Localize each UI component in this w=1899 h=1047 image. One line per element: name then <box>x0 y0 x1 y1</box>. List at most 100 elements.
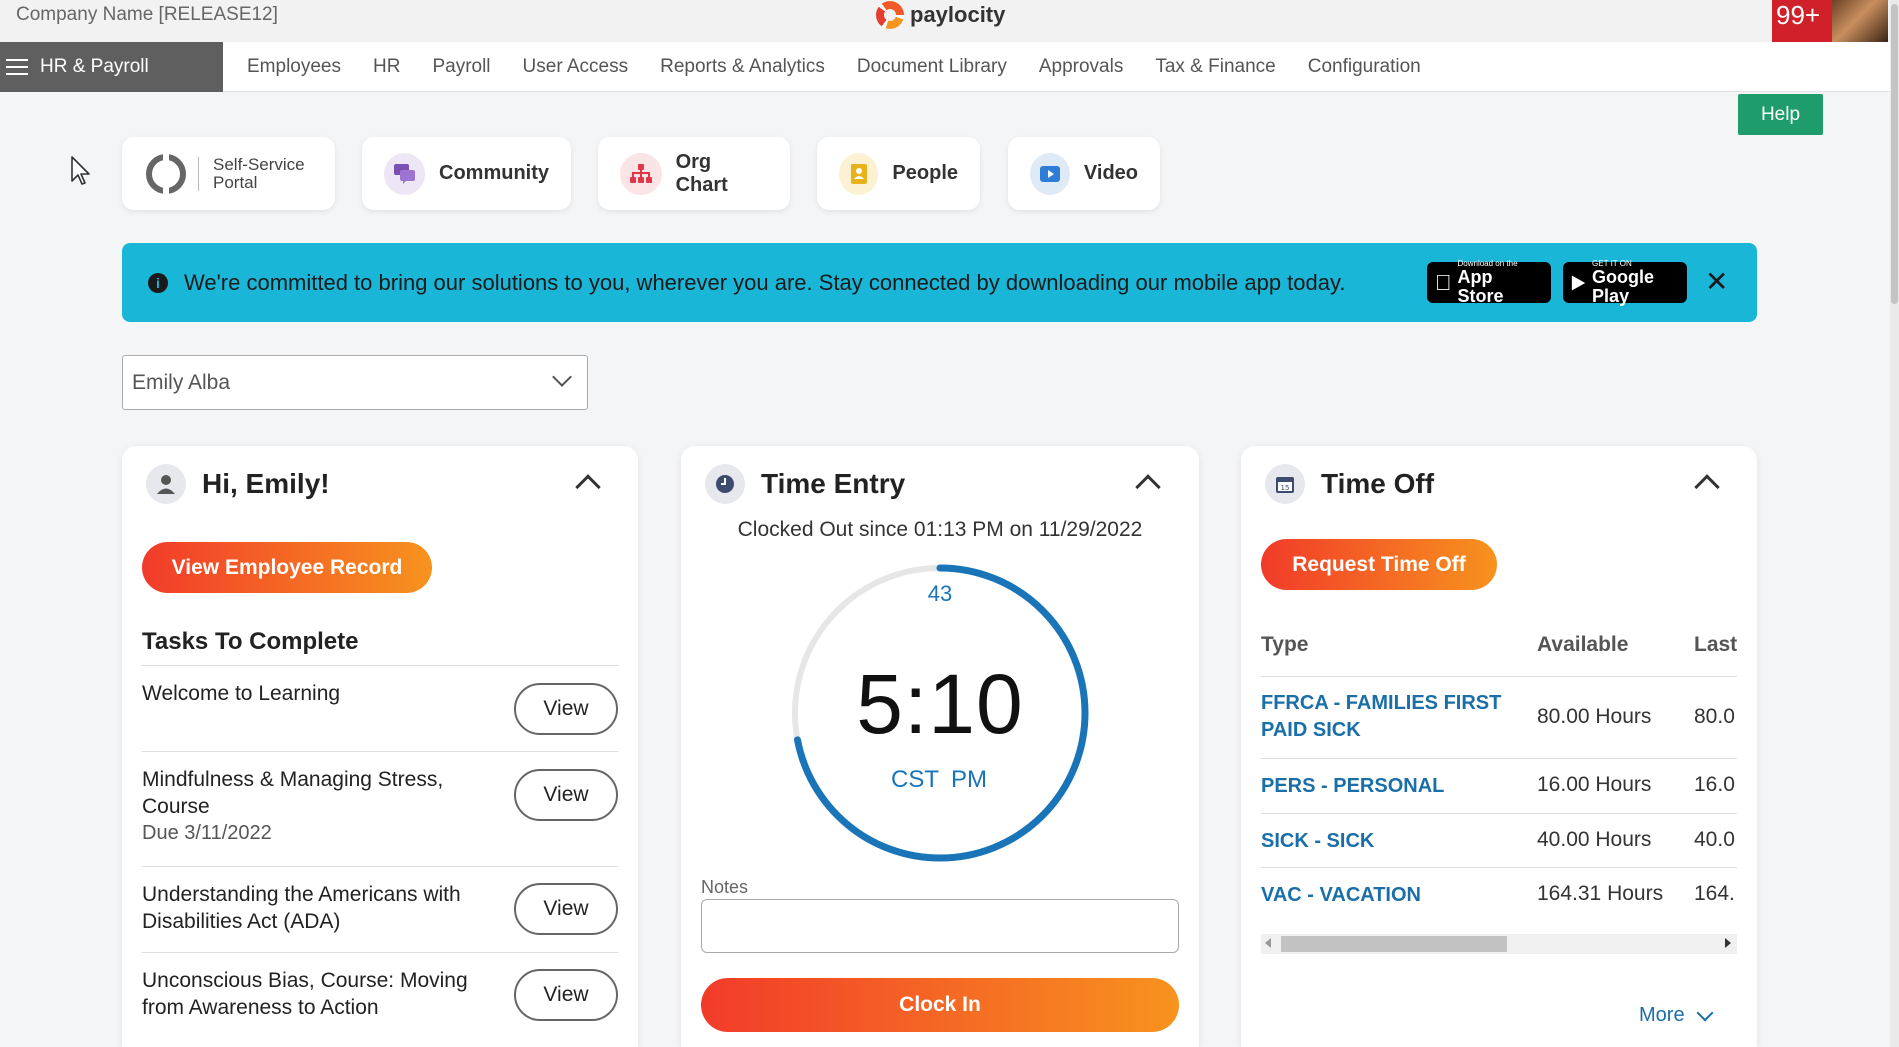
calendar-icon: 15 <box>1265 464 1305 504</box>
svg-text:15: 15 <box>1281 484 1290 492</box>
shortcut-org-chart[interactable]: Org Chart <box>598 137 790 210</box>
view-task-button[interactable]: View <box>514 683 618 735</box>
top-bar: Company Name [RELEASE12] paylocity 99+ <box>0 0 1899 42</box>
org-chart-icon <box>620 152 662 195</box>
time-off-available: 16.00 Hours <box>1537 773 1652 796</box>
google-play-button[interactable]: GET IT ON Google Play <box>1563 259 1687 306</box>
col-available: Available <box>1537 633 1629 656</box>
company-name: Company Name [RELEASE12] <box>16 4 278 25</box>
view-task-button[interactable]: View <box>514 969 618 1021</box>
paylocity-logo[interactable]: paylocity <box>876 0 1005 30</box>
org-chart-label: Org Chart <box>675 150 728 196</box>
module-switcher[interactable]: HR & Payroll <box>0 42 223 92</box>
time-off-available: 80.00 Hours <box>1537 705 1652 728</box>
video-label: Video <box>1083 162 1138 184</box>
table-row: VAC - VACATION 164.31 Hours 164. <box>1261 868 1737 923</box>
ssp-label-line2: Portal <box>213 172 258 192</box>
collapse-chevron-icon[interactable] <box>575 474 601 500</box>
nav-menu: Employees HR Payroll User Access Reports… <box>231 42 1437 92</box>
time-off-card: 15 Time Off Request Time Off Type Availa… <box>1241 446 1757 1047</box>
nav-item-hr[interactable]: HR <box>357 56 416 78</box>
user-avatar[interactable] <box>1832 0 1888 42</box>
task-title-text: Mindfulness & Managing Stress, Course <box>142 768 444 818</box>
apple-icon:  <box>1435 270 1452 296</box>
time-entry-title: Time Entry <box>761 468 906 499</box>
chevron-down-icon <box>552 367 572 387</box>
time-off-last: 164. <box>1694 882 1735 905</box>
ssp-label-line1: Self-Service <box>213 154 305 174</box>
notifications-badge[interactable]: 99+ <box>1772 0 1832 42</box>
time-off-available: 164.31 Hours <box>1537 882 1664 905</box>
clock-timezone: CST <box>891 766 939 793</box>
chevron-down-icon <box>1696 1004 1714 1021</box>
shortcut-community[interactable]: Community <box>362 137 571 210</box>
table-row: SICK - SICK 40.00 Hours 40.0 <box>1261 814 1737 868</box>
scroll-right-icon[interactable] <box>1725 938 1731 948</box>
more-link[interactable]: More <box>1639 1004 1714 1027</box>
nav-item-payroll[interactable]: Payroll <box>416 56 506 78</box>
scroll-left-icon[interactable] <box>1265 938 1271 948</box>
time-off-type-link[interactable]: SICK - SICK <box>1261 828 1521 855</box>
app-store-button[interactable]:  Download on the App Store <box>1427 259 1551 306</box>
help-button[interactable]: Help <box>1738 94 1823 135</box>
module-label: HR & Payroll <box>40 56 149 77</box>
paylocity-logo-icon <box>876 1 904 29</box>
view-employee-record-button[interactable]: View Employee Record <box>142 542 432 593</box>
nav-item-user-access[interactable]: User Access <box>507 56 645 78</box>
notes-input[interactable] <box>701 899 1179 953</box>
nav-item-configuration[interactable]: Configuration <box>1292 56 1437 78</box>
view-task-button[interactable]: View <box>514 883 618 935</box>
task-title: Unconscious Bias, Course: Moving from Aw… <box>142 969 468 1019</box>
main-nav: HR & Payroll Employees HR Payroll User A… <box>0 42 1890 92</box>
close-icon[interactable]: ✕ <box>1705 265 1728 298</box>
time-off-last: 16.0 <box>1694 773 1735 796</box>
nav-item-reports-analytics[interactable]: Reports & Analytics <box>644 56 841 78</box>
contact-book-icon <box>839 152 879 195</box>
time-off-header: 15 Time Off <box>1265 464 1434 504</box>
table-row: PERS - PERSONAL 16.00 Hours 16.0 <box>1261 759 1737 814</box>
time-off-type-link[interactable]: VAC - VACATION <box>1261 882 1521 909</box>
time-entry-header: Time Entry <box>705 464 905 504</box>
clock-seconds: 43 <box>927 581 953 606</box>
clock-ampm: PM <box>951 766 987 793</box>
task-row: Welcome to Learning View <box>142 665 618 751</box>
page-scrollbar[interactable] <box>1890 0 1899 1047</box>
col-last: Last <box>1694 633 1737 656</box>
time-off-type-link[interactable]: PERS - PERSONAL <box>1261 773 1521 800</box>
greeting-card: Hi, Emily! View Employee Record Tasks To… <box>122 446 638 1047</box>
employee-select-value: Emily Alba <box>132 370 231 394</box>
scrollbar-thumb[interactable] <box>1281 936 1507 952</box>
self-service-portal-icon <box>146 153 186 194</box>
time-off-table: Type Available Last FFRCA - FAMILIES FIR… <box>1261 611 1737 923</box>
collapse-chevron-icon[interactable] <box>1135 474 1161 500</box>
time-off-type-link[interactable]: FFRCA - FAMILIES FIRST PAID SICK <box>1261 690 1521 744</box>
employee-select[interactable]: Emily Alba <box>122 355 588 410</box>
nav-item-employees[interactable]: Employees <box>231 56 357 78</box>
view-task-button[interactable]: View <box>514 769 618 821</box>
task-title: Understanding the Americans with Disabil… <box>142 883 461 933</box>
clock-time: 5:10 <box>856 657 1024 751</box>
clock-status: Clocked Out since 01:13 PM on 11/29/2022 <box>737 518 1143 541</box>
google-play-icon <box>1571 274 1586 291</box>
greeting-title: Hi, Emily! <box>202 468 330 499</box>
table-horizontal-scrollbar[interactable] <box>1261 934 1737 954</box>
shortcut-people[interactable]: People <box>817 137 980 210</box>
scrollbar-thumb[interactable] <box>1891 4 1898 304</box>
collapse-chevron-icon[interactable] <box>1694 474 1720 500</box>
greeting-card-header: Hi, Emily! <box>146 464 330 504</box>
request-time-off-button[interactable]: Request Time Off <box>1261 539 1497 590</box>
nav-item-approvals[interactable]: Approvals <box>1023 56 1140 78</box>
nav-item-document-library[interactable]: Document Library <box>841 56 1023 78</box>
shortcut-self-service-portal[interactable]: Self-Service Portal <box>122 137 335 210</box>
task-title: Welcome to Learning <box>142 682 341 705</box>
time-entry-card: Time Entry Clocked Out since 01:13 PM on… <box>681 446 1199 1047</box>
time-off-last: 40.0 <box>1694 828 1735 851</box>
nav-item-tax-finance[interactable]: Tax & Finance <box>1139 56 1291 78</box>
google-play-large-text: Google Play <box>1592 267 1655 306</box>
shortcut-video[interactable]: Video <box>1008 137 1160 210</box>
clock-in-button[interactable]: Clock In <box>701 978 1179 1032</box>
more-label: More <box>1639 1004 1685 1026</box>
col-type: Type <box>1261 633 1309 656</box>
table-row: FFRCA - FAMILIES FIRST PAID SICK 80.00 H… <box>1261 677 1737 759</box>
hamburger-icon <box>6 59 28 75</box>
